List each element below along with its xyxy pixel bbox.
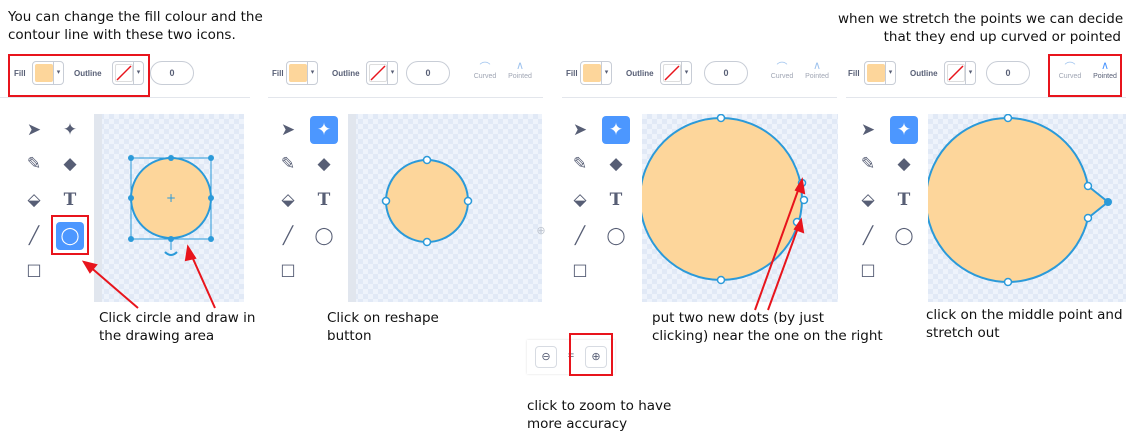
caption-zoom: click to zoom to have more accuracy xyxy=(527,398,672,432)
caption-step-1: Click circle and draw in the drawing are… xyxy=(99,310,256,344)
caption-step-4: click on the middle point and stretch ou… xyxy=(926,307,1123,341)
zoom-out-icon: ⊖ xyxy=(541,351,551,363)
stretched-circle-shape xyxy=(928,114,1112,287)
highlight-zoom-in xyxy=(569,333,613,376)
selected-circle-shape: + xyxy=(128,155,214,256)
zoom-out-button[interactable]: ⊖ xyxy=(535,346,557,368)
svg-text:⊕: ⊕ xyxy=(536,224,545,237)
caption-step-3: put two new dots (by just clicking) near… xyxy=(652,310,883,344)
reshape-circle-shape: ⊕ xyxy=(381,155,546,247)
big-circle-shape xyxy=(642,114,809,285)
caption-step-2: Click on reshape button xyxy=(327,310,439,344)
svg-text:+: + xyxy=(166,191,176,205)
